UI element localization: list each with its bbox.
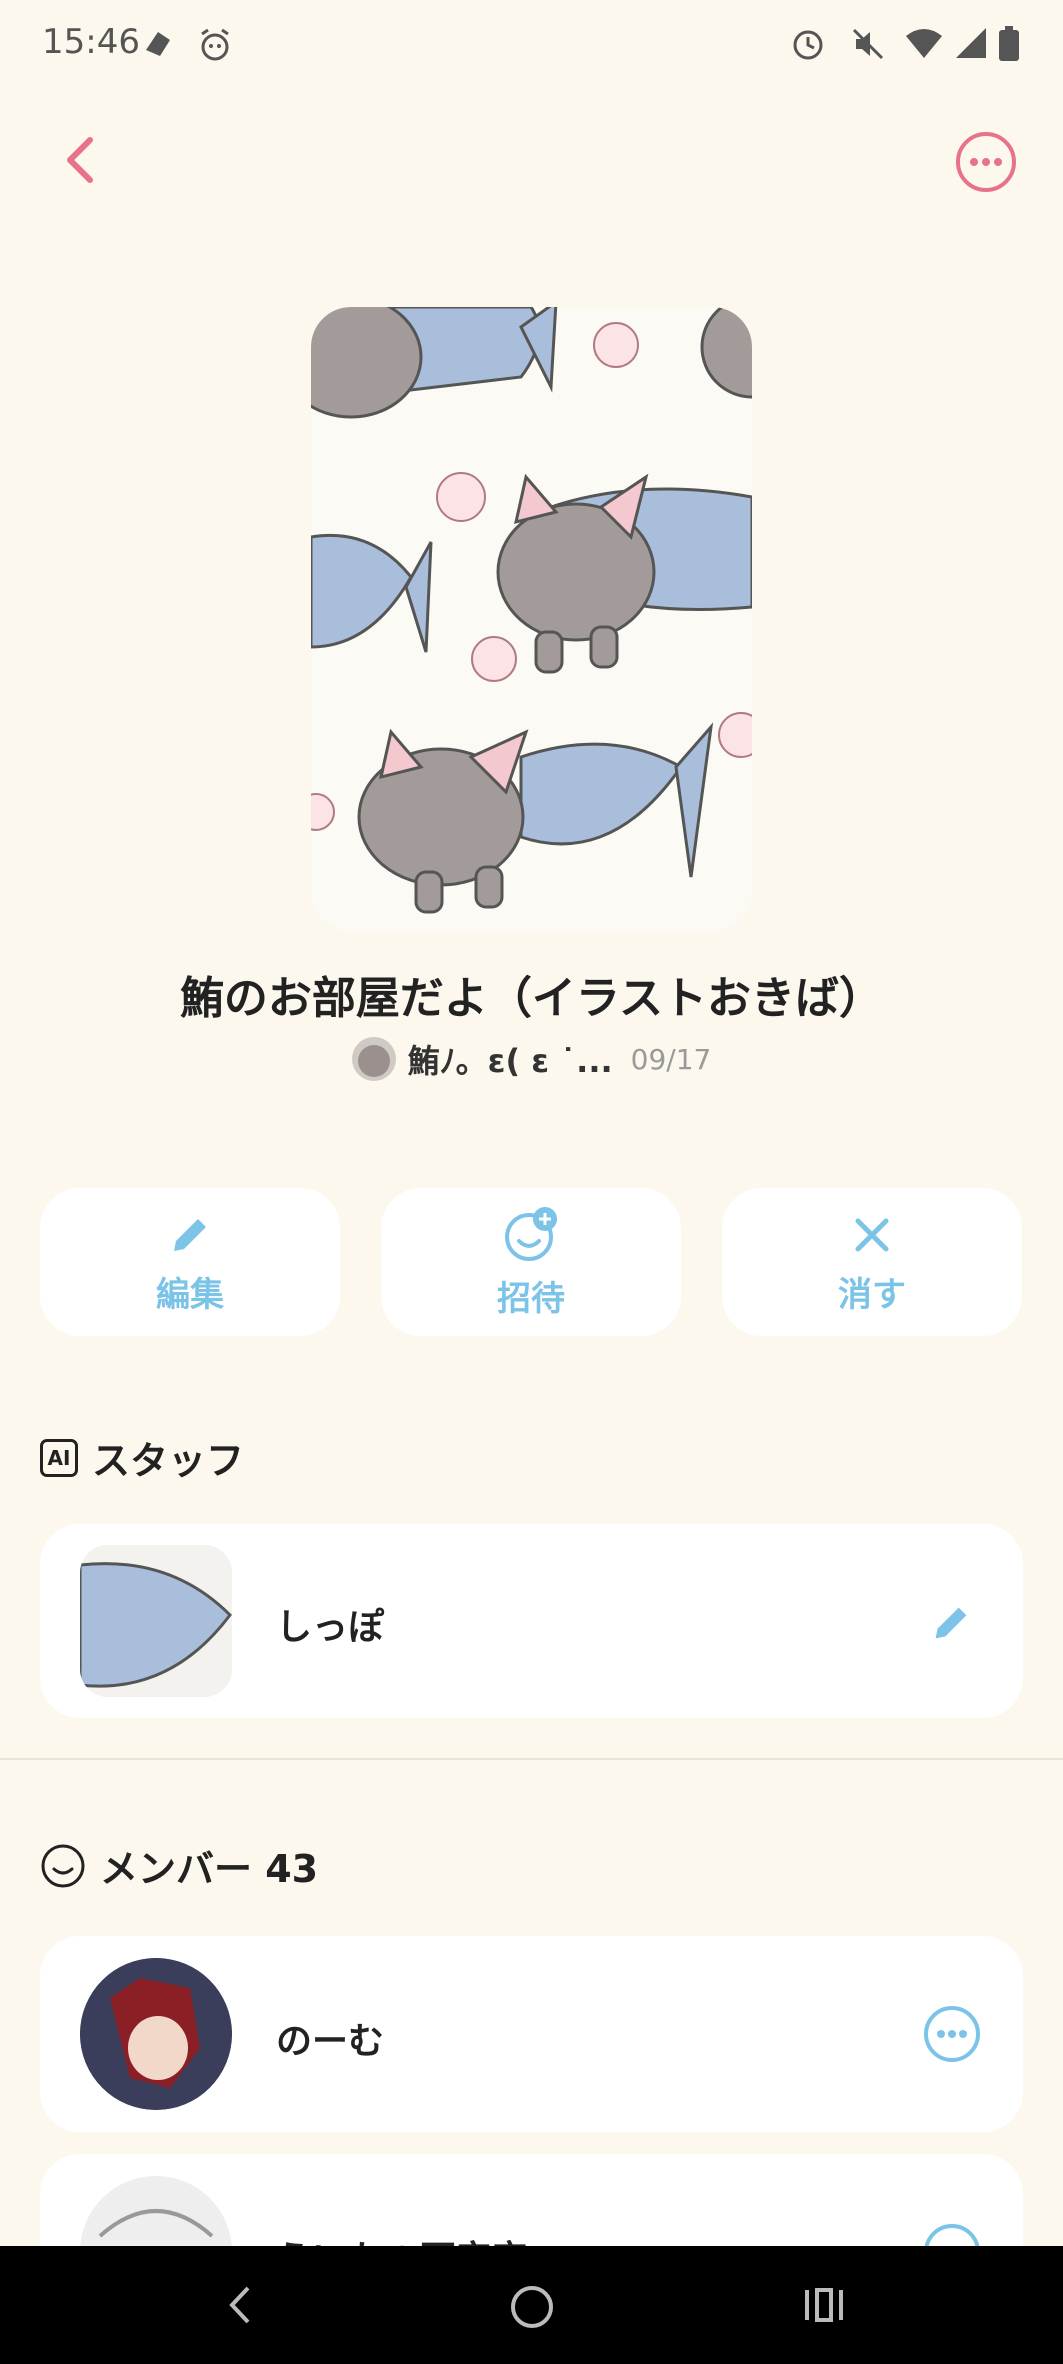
member-avatar [80, 1958, 232, 2110]
smile-face-icon [41, 1844, 85, 1887]
signal-icon [956, 28, 986, 58]
pencil-icon [935, 1607, 967, 1639]
delete-button[interactable]: 消す [722, 1188, 1022, 1336]
more-circle-icon [924, 2006, 980, 2062]
nav-back-button[interactable] [216, 2280, 266, 2330]
cat-fish-pattern-illustration [311, 307, 752, 931]
delete-button-label: 消す [838, 1274, 906, 1315]
close-x-icon [855, 1218, 889, 1251]
members-heading-label: メンバー 43 [100, 1847, 319, 1891]
back-button[interactable] [50, 130, 110, 190]
status-time: 15:46 [42, 22, 140, 62]
nav-home-button[interactable] [505, 2280, 559, 2334]
staff-name: しっぽ [276, 1607, 385, 1648]
home-nav-icon [511, 2286, 553, 2328]
member-name: のーむ [276, 2021, 385, 2062]
room-cover-image[interactable] [311, 307, 752, 931]
alarm-clock-icon [201, 28, 229, 61]
edit-button[interactable]: 編集 [40, 1188, 340, 1336]
alarm-icon [793, 30, 823, 60]
owner-avatar [351, 1037, 396, 1081]
recents-nav-icon [805, 2288, 843, 2322]
section-divider [0, 1758, 1063, 1760]
owner-row[interactable]: 鮪ﾉ。ε( ε ˙... 09/17 [0, 1036, 1063, 1082]
staff-edit-button[interactable] [926, 1598, 976, 1648]
pencil-icon [174, 1218, 206, 1251]
more-button[interactable] [954, 130, 1018, 194]
back-nav-icon [229, 2286, 250, 2324]
ai-badge-icon: AI [40, 1438, 78, 1477]
staff-card[interactable]: しっぽ [40, 1524, 1023, 1718]
edit-button-label: 編集 [156, 1274, 224, 1315]
invite-button[interactable]: 招待 [381, 1188, 681, 1336]
member-more-button[interactable] [922, 2004, 982, 2064]
members-section-heading: メンバー 43 [40, 1838, 318, 1893]
staff-avatar [80, 1545, 232, 1697]
staff-section-heading: AI スタッフ [40, 1430, 244, 1485]
wifi-icon [906, 29, 942, 58]
owner-name: 鮪ﾉ。ε( ε ˙... [407, 1042, 613, 1080]
nav-recents-button[interactable] [799, 2280, 849, 2330]
notification-icon [146, 32, 170, 56]
chevron-left-icon [67, 137, 93, 183]
invite-face-plus-icon [505, 1206, 557, 1261]
battery-icon [999, 26, 1019, 61]
invite-button-label: 招待 [497, 1278, 565, 1319]
staff-heading-label: スタッフ [92, 1439, 245, 1483]
status-bar: 15:46 [0, 0, 1063, 92]
room-title: 鮪のお部屋だよ（イラストおきば） [179, 973, 884, 1024]
system-nav-bar [0, 2246, 1063, 2364]
member-row[interactable]: のーむ [40, 1936, 1023, 2132]
room-date: 09/17 [630, 1042, 712, 1076]
more-horizontal-icon [956, 132, 1016, 192]
mute-icon [852, 28, 884, 60]
